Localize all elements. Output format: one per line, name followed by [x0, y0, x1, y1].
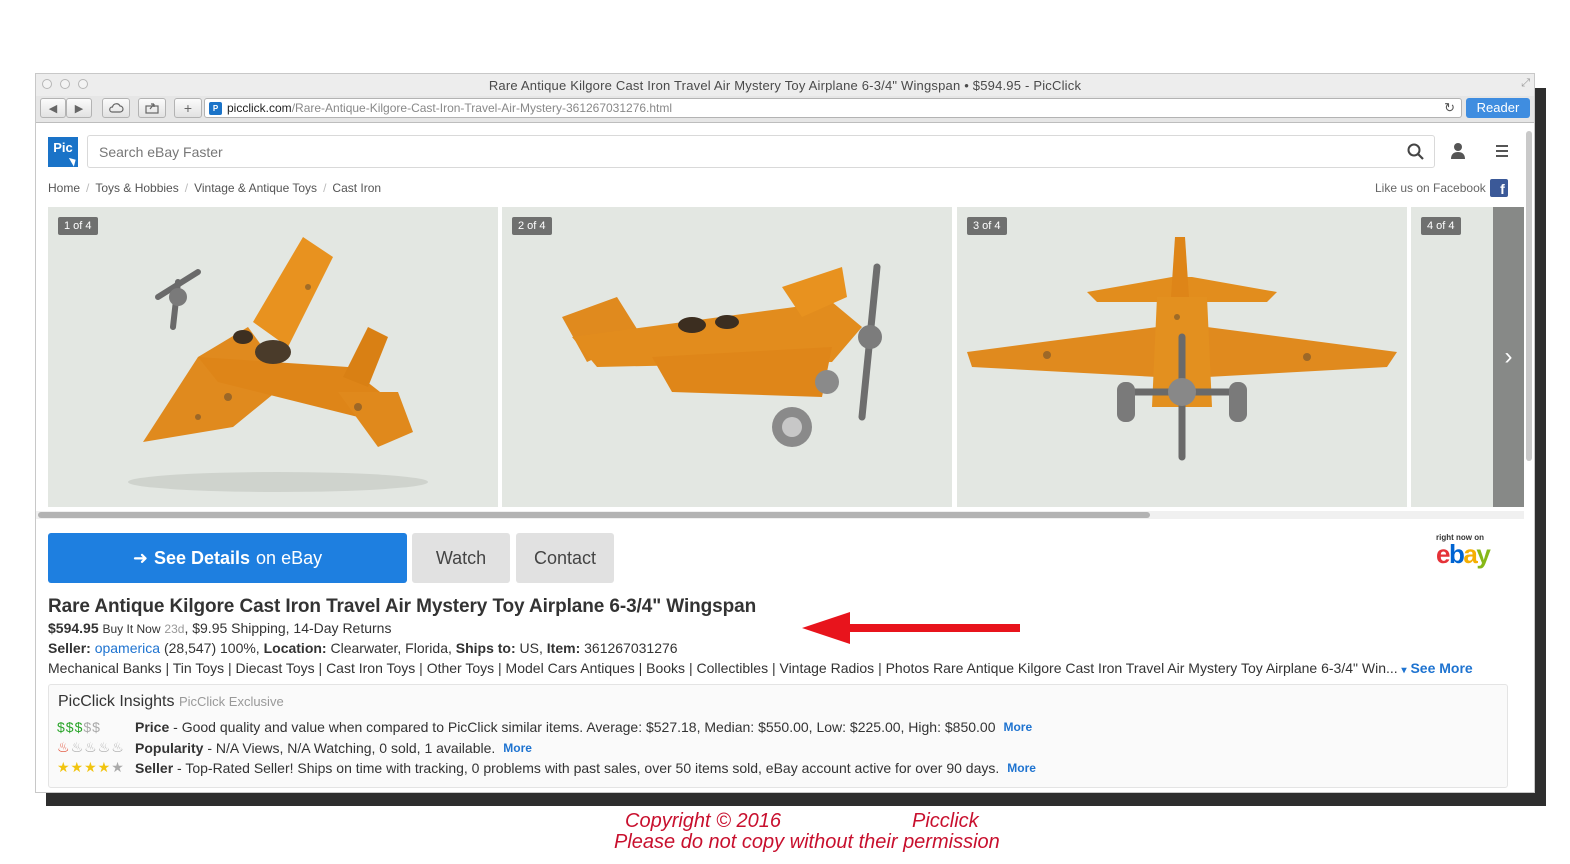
- price-more-link[interactable]: More: [1003, 720, 1032, 734]
- gallery-next-button[interactable]: ›: [1493, 207, 1524, 507]
- location-value: Clearwater, Florida,: [330, 640, 452, 656]
- see-more-link[interactable]: ▾ See More: [1402, 660, 1473, 676]
- breadcrumb-vintage-antique-toys[interactable]: Vintage & Antique Toys: [194, 181, 317, 195]
- see-details-suffix: on eBay: [256, 547, 323, 568]
- fullscreen-icon[interactable]: ⤢: [1521, 77, 1530, 90]
- back-button[interactable]: ◀: [40, 98, 66, 118]
- user-icon[interactable]: [1448, 141, 1468, 161]
- gallery-photo-2[interactable]: 2 of 4: [502, 207, 952, 507]
- facebook-icon: f: [1489, 179, 1508, 197]
- insight-seller-row: ★★★★★ Seller - Top-Rated Seller! Ships o…: [57, 759, 1036, 776]
- scrollbar-thumb[interactable]: [38, 512, 1150, 518]
- red-arrow-annotation-icon: [802, 612, 1020, 644]
- share-icon: [145, 103, 159, 114]
- photo-counter-badge: 4 of 4: [1421, 217, 1461, 235]
- item-number: 361267031276: [584, 640, 678, 656]
- forward-arrow-icon: ▶: [74, 102, 84, 115]
- reload-icon[interactable]: ↻: [1444, 100, 1455, 116]
- seller-star-rating-icon: ★★★★★: [57, 759, 125, 775]
- seller-link[interactable]: opamerica: [95, 640, 160, 656]
- seller-line: Seller: opamerica (28,547) 100%, Locatio…: [48, 640, 678, 656]
- price-dollar-rating-icon: $$$$$: [57, 719, 101, 735]
- photo-counter-badge: 3 of 4: [967, 217, 1007, 235]
- item-number-label: Item:: [546, 640, 581, 656]
- item-title: Rare Antique Kilgore Cast Iron Travel Ai…: [48, 596, 757, 617]
- window-title: Rare Antique Kilgore Cast Iron Travel Ai…: [488, 78, 1082, 93]
- arrow-right-icon: ➜: [132, 547, 148, 568]
- icloud-tabs-button[interactable]: [102, 98, 130, 118]
- see-details-label: See Details: [153, 547, 251, 568]
- plus-icon: +: [183, 100, 193, 116]
- forward-button[interactable]: ▶: [66, 98, 92, 118]
- cloud-icon: [109, 103, 124, 113]
- search-icon[interactable]: [1406, 142, 1426, 162]
- contact-button[interactable]: Contact: [516, 533, 614, 583]
- caret-down-icon: ▾: [1401, 665, 1407, 676]
- site-favicon-icon: P: [209, 102, 222, 115]
- back-arrow-icon: ◀: [48, 102, 58, 115]
- picclick-insights-panel: PicClick Insights PicClick Exclusive $$$…: [48, 684, 1508, 788]
- location-label: Location:: [263, 640, 327, 656]
- photo-counter-badge: 1 of 4: [58, 217, 98, 235]
- seller-feedback: (28,547) 100%,: [163, 640, 260, 656]
- listing-format: Buy It Now: [102, 622, 161, 636]
- insight-price-row: $$$$$ Price - Good quality and value whe…: [57, 719, 1033, 735]
- breadcrumb-cast-iron[interactable]: Cast Iron: [332, 181, 381, 195]
- insight-popularity-row: ♨♨♨♨♨ Popularity - N/A Views, N/A Watchi…: [57, 739, 532, 756]
- breadcrumb: Home / Toys & Hobbies / Vintage & Antique To…: [48, 181, 382, 195]
- gallery-photo-3[interactable]: 3 of 4: [957, 207, 1407, 507]
- vertical-scrollbar[interactable]: [1526, 131, 1532, 461]
- photo-gallery: 1 of 4 2 of 4 3 of 4 4 of 4 ›: [48, 207, 1524, 507]
- ships-to-label: Ships to:: [455, 640, 516, 656]
- copy-notice: Please do not copy without their permiss…: [614, 831, 1000, 853]
- ships-to-value: US,: [519, 640, 543, 656]
- facebook-like-link[interactable]: Like us on Facebook f: [1375, 179, 1508, 197]
- popularity-flame-rating-icon: ♨♨♨♨♨: [57, 739, 125, 755]
- horizontal-scrollbar[interactable]: [36, 511, 1524, 519]
- cursor-icon: [68, 155, 79, 167]
- related-categories: Mechanical Banks | Tin Toys | Diecast To…: [48, 660, 1473, 676]
- photo-counter-badge: 2 of 4: [512, 217, 552, 235]
- price-line: $594.95 Buy It Now 23d, $9.95 Shipping, …: [48, 620, 391, 636]
- ebay-logo[interactable]: right now on ebay: [1436, 533, 1512, 573]
- copyright-year: Copyright © 2016: [625, 810, 781, 832]
- popularity-more-link[interactable]: More: [503, 741, 532, 755]
- page-content: Pic Search eBay Faster Home / Toys & Hobbi…: [36, 123, 1534, 792]
- browser-window: Rare Antique Kilgore Cast Iron Travel Ai…: [35, 73, 1535, 793]
- breadcrumb-toys-hobbies[interactable]: Toys & Hobbies: [95, 181, 178, 195]
- watch-button[interactable]: Watch: [412, 533, 510, 583]
- new-tab-button[interactable]: +: [174, 98, 202, 118]
- facebook-like-label: Like us on Facebook: [1375, 181, 1486, 195]
- search-input[interactable]: Search eBay Faster: [87, 135, 1435, 168]
- insights-heading: PicClick Insights PicClick Exclusive: [58, 693, 284, 710]
- picclick-logo[interactable]: Pic: [48, 137, 79, 167]
- seller-label: Seller:: [48, 640, 91, 656]
- share-button[interactable]: [138, 98, 166, 118]
- breadcrumb-home[interactable]: Home: [48, 181, 80, 195]
- shipping-info: , $9.95 Shipping, 14-Day Returns: [184, 620, 392, 636]
- title-bar: Rare Antique Kilgore Cast Iron Travel Ai…: [36, 74, 1534, 96]
- ebay-wordmark: ebay: [1436, 539, 1491, 569]
- airplane-photo-3: [967, 237, 1397, 461]
- hamburger-menu-icon[interactable]: [1492, 141, 1512, 161]
- airplane-photo-2: [562, 263, 882, 447]
- airplane-photo-1: [128, 237, 428, 492]
- related-links[interactable]: Mechanical Banks | Tin Toys | Diecast To…: [48, 660, 1398, 676]
- reader-button[interactable]: Reader: [1466, 98, 1530, 118]
- listing-age: 23d: [164, 622, 185, 636]
- see-details-button[interactable]: ➜ See Details on eBay: [48, 533, 407, 583]
- url-text: picclick.com/Rare-Antique-Kilgore-Cast-I…: [227, 101, 673, 115]
- item-price: $594.95: [48, 620, 99, 636]
- chevron-right-icon: ›: [1504, 343, 1513, 370]
- seller-more-link[interactable]: More: [1007, 761, 1036, 775]
- browser-toolbar: ◀ ▶ + P picclick.com/Rare-Antique-Kilgor…: [36, 96, 1534, 123]
- copyright-owner: Picclick: [912, 810, 979, 832]
- address-bar[interactable]: P picclick.com/Rare-Antique-Kilgore-Cast…: [204, 98, 1462, 118]
- gallery-photo-1[interactable]: 1 of 4: [48, 207, 498, 507]
